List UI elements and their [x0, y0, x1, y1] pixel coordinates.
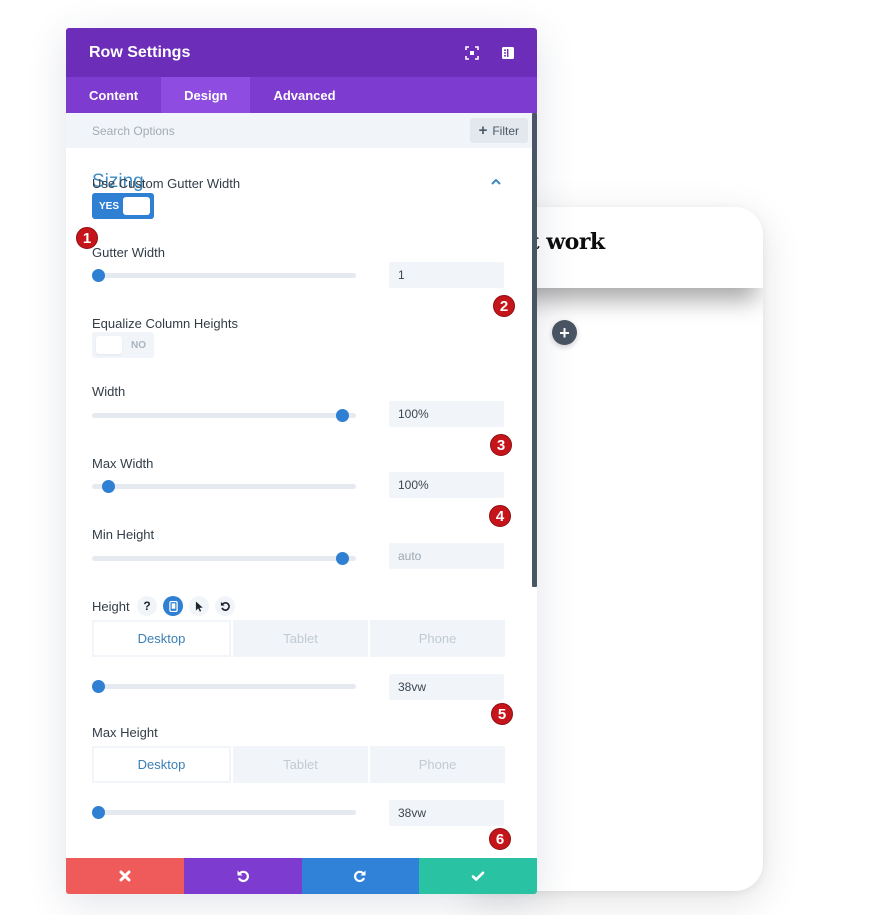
- max-width-label: Max Width: [92, 456, 154, 471]
- max-width-input[interactable]: [389, 472, 504, 498]
- annotation-badge-3: 3: [490, 434, 512, 456]
- tab-advanced[interactable]: Advanced: [250, 77, 358, 113]
- annotation-badge-1: 1: [76, 227, 98, 249]
- slider-thumb[interactable]: [336, 552, 350, 565]
- tab-content[interactable]: Content: [66, 77, 161, 113]
- min-height-slider[interactable]: [92, 552, 356, 565]
- min-height-label: Min Height: [92, 527, 155, 542]
- reset-icon[interactable]: [215, 596, 235, 616]
- slider-thumb[interactable]: [92, 806, 105, 819]
- hover-cursor-icon[interactable]: [189, 596, 209, 616]
- panel-header[interactable]: Row Settings: [66, 28, 537, 77]
- annotation-badge-6: 6: [489, 828, 511, 850]
- device-tab-tablet[interactable]: Tablet: [233, 746, 368, 783]
- undo-button[interactable]: [183, 858, 302, 894]
- tab-design[interactable]: Design: [161, 77, 251, 113]
- device-tab-phone[interactable]: Phone: [370, 620, 505, 657]
- slider-thumb[interactable]: [102, 480, 116, 493]
- max-height-slider[interactable]: [92, 806, 356, 819]
- min-height-input[interactable]: [389, 543, 504, 569]
- height-input[interactable]: [389, 674, 504, 700]
- tab-bar: Content Design Advanced: [66, 77, 537, 113]
- filter-label: Filter: [492, 123, 519, 138]
- gutter-width-slider[interactable]: [92, 269, 356, 282]
- height-slider[interactable]: [92, 680, 356, 693]
- height-label: Height: [92, 599, 130, 614]
- custom-gutter-toggle[interactable]: YES: [92, 193, 154, 219]
- add-module-button[interactable]: +: [552, 320, 577, 345]
- gutter-width-input[interactable]: [389, 262, 504, 288]
- row-settings-panel: Row Settings Content Design Advanced + F…: [66, 28, 537, 894]
- custom-gutter-label: Use Custom Gutter Width: [92, 176, 241, 191]
- width-slider[interactable]: [92, 409, 356, 422]
- annotation-badge-4: 4: [489, 505, 511, 527]
- slider-thumb[interactable]: [92, 269, 105, 282]
- check-icon: [471, 871, 485, 882]
- device-tab-desktop[interactable]: Desktop: [92, 746, 231, 783]
- chevron-up-icon[interactable]: [489, 175, 503, 189]
- search-bar: + Filter: [66, 113, 537, 148]
- redo-icon: [354, 870, 366, 883]
- cancel-button[interactable]: [66, 858, 184, 894]
- settings-content: Sizing Use Custom Gutter Width YES Gutte…: [66, 148, 537, 838]
- panel-title: Row Settings: [89, 43, 191, 61]
- save-button[interactable]: [419, 858, 537, 894]
- device-tab-phone[interactable]: Phone: [370, 746, 505, 783]
- annotation-badge-2: 2: [493, 295, 515, 317]
- height-option-icons: ?: [137, 596, 235, 616]
- max-height-device-tabs: Desktop Tablet Phone: [92, 746, 505, 783]
- slider-thumb[interactable]: [336, 409, 350, 422]
- device-tab-desktop[interactable]: Desktop: [92, 620, 231, 657]
- expand-icon[interactable]: [465, 45, 479, 60]
- toggle-knob: [123, 197, 150, 215]
- width-input[interactable]: [389, 401, 504, 427]
- equalize-label: Equalize Column Heights: [92, 316, 238, 331]
- section-sizing-header[interactable]: Sizing: [92, 148, 511, 201]
- close-icon: [119, 870, 131, 882]
- toggle-knob: [96, 336, 122, 354]
- panel-footer: [66, 858, 537, 894]
- responsive-phone-icon[interactable]: [163, 596, 183, 616]
- plus-icon: +: [559, 322, 570, 343]
- annotation-badge-5: 5: [491, 703, 513, 725]
- width-label: Width: [92, 384, 126, 399]
- sidebar-toggle-icon[interactable]: [501, 46, 515, 60]
- toggle-state: YES: [99, 200, 120, 212]
- undo-icon: [237, 870, 249, 883]
- help-icon[interactable]: ?: [137, 596, 157, 616]
- filter-button[interactable]: + Filter: [469, 118, 528, 143]
- device-tab-tablet[interactable]: Tablet: [233, 620, 368, 657]
- redo-button[interactable]: [301, 858, 420, 894]
- max-height-label: Max Height: [92, 725, 158, 740]
- gutter-width-label: Gutter Width: [92, 245, 165, 260]
- toggle-state: NO: [131, 339, 146, 351]
- equalize-toggle[interactable]: NO: [92, 332, 154, 358]
- search-input[interactable]: [92, 123, 392, 138]
- plus-icon: +: [478, 122, 488, 139]
- height-device-tabs: Desktop Tablet Phone: [92, 620, 505, 657]
- max-width-slider[interactable]: [92, 480, 356, 493]
- max-height-input[interactable]: [389, 800, 504, 826]
- slider-thumb[interactable]: [92, 680, 105, 693]
